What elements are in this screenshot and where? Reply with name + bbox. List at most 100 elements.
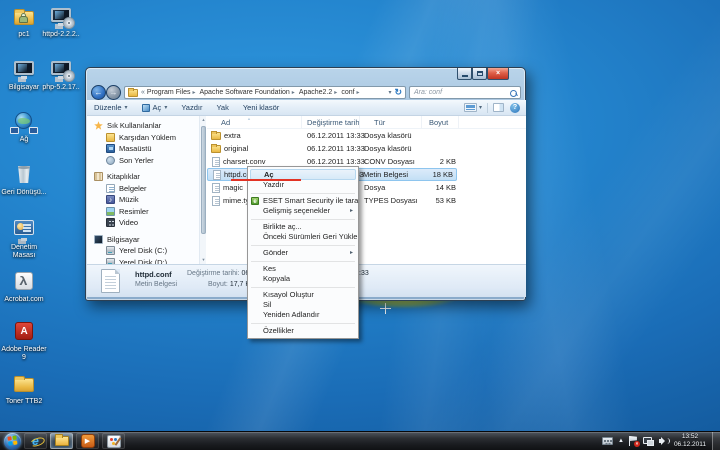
desktop-icon (106, 144, 115, 153)
sidebar-item-desktop[interactable]: Masaüstü (87, 143, 199, 155)
music-icon: ♪ (106, 195, 115, 204)
taskbar-clock[interactable]: 13:52 06.12.2011 (674, 433, 706, 449)
help-button[interactable]: ? (510, 103, 520, 113)
minimize-button[interactable] (457, 68, 472, 80)
sidebar-item-disk-d[interactable]: Yerel Disk (D:) (87, 257, 199, 265)
show-hidden-icons-icon[interactable]: ▲ (618, 438, 624, 444)
action-center-flag-icon[interactable]: × (629, 436, 638, 446)
start-button[interactable] (4, 433, 21, 450)
network-status-icon[interactable] (643, 437, 654, 446)
forward-button[interactable]: → (106, 85, 121, 100)
taskbar-paint[interactable] (102, 433, 125, 449)
breadcrumb-segment[interactable]: Apache Software Foundation (199, 89, 298, 96)
taskbar-media-player[interactable]: ▶ (76, 433, 99, 449)
folder-icon (10, 372, 38, 396)
column-header-type[interactable]: Tür (360, 116, 422, 129)
desktop-icon-label: Geri Dönüşü... (1, 189, 47, 197)
new-folder-button[interactable]: Yeni klasör (236, 103, 286, 112)
menu-item-send-to[interactable]: Gönder▸ (249, 248, 357, 258)
menu-item-open-with[interactable]: Birlikte aç... (249, 222, 357, 232)
explorer-folder-icon (55, 436, 69, 446)
menu-item-rename[interactable]: Yeniden Adlandır (249, 310, 357, 320)
adobe-reader-icon (10, 320, 38, 344)
sidebar-item-downloads[interactable]: Karşıdan Yüklem (87, 132, 199, 144)
menu-item-restore-previous[interactable]: Önceki Sürümleri Geri Yükle (249, 232, 357, 242)
control-panel-icon (10, 218, 38, 242)
desktop-icon-adobe-reader[interactable]: Adobe Reader 9 (1, 320, 47, 361)
language-keyboard-icon[interactable] (602, 437, 613, 445)
menu-item-cut[interactable]: Kes (249, 264, 357, 274)
burn-button[interactable]: Yak (209, 103, 235, 112)
menu-item-copy[interactable]: Kopyala (249, 274, 357, 284)
address-bar[interactable]: « Program Files Apache Software Foundati… (124, 86, 406, 99)
breadcrumb-segment[interactable]: Apache2.2 (298, 89, 341, 96)
sidebar-item-favorites[interactable]: Sık Kullanılanlar (87, 120, 199, 132)
scrollbar-thumb[interactable] (201, 126, 206, 234)
taskbar-windows-explorer[interactable] (50, 433, 73, 449)
views-dropdown-icon[interactable]: ▾ (477, 104, 482, 111)
desktop-icon-httpd-installer[interactable]: httpd-2.2.2.. (38, 5, 84, 39)
file-icon (212, 157, 220, 167)
search-placeholder: Ara: conf (414, 89, 442, 96)
desktop-icon-acrobat[interactable]: Acrobat.com (1, 270, 47, 304)
desktop-icon-label: Ağ (1, 136, 47, 144)
print-button[interactable]: Yazdır (174, 103, 209, 112)
close-button[interactable]: × (487, 68, 509, 80)
file-icon (212, 183, 220, 193)
menu-item-delete[interactable]: Sil (249, 300, 357, 310)
change-view-button[interactable] (464, 103, 477, 112)
scroll-down-icon[interactable]: ▼ (200, 256, 207, 264)
desktop-icon-toner-folder[interactable]: Toner TTB2 (1, 372, 47, 406)
window-titlebar[interactable]: × (86, 68, 525, 86)
menu-separator (251, 193, 355, 194)
column-header-modified[interactable]: Değiştirme tarihi (302, 116, 360, 129)
clock-date: 06.12.2011 (674, 441, 706, 449)
sidebar-item-recent-places[interactable]: Son Yerler (87, 155, 199, 167)
sidebar-item-disk-c[interactable]: Yerel Disk (C:) (87, 245, 199, 257)
back-button[interactable]: ← (91, 85, 106, 100)
breadcrumb-segment[interactable]: conf (340, 89, 362, 96)
column-header-size[interactable]: Boyut (422, 116, 459, 129)
file-row-original[interactable]: original 06.12.2011 13:33 Dosya klasörü (207, 142, 526, 155)
breadcrumb-segment[interactable]: Program Files (146, 89, 199, 96)
file-row-extra[interactable]: extra 06.12.2011 13:33 Dosya klasörü (207, 129, 526, 142)
menu-item-advanced-options[interactable]: Gelişmiş seçenekler▸ (249, 206, 357, 216)
show-desktop-button[interactable] (712, 432, 720, 450)
media-player-icon: ▶ (81, 434, 95, 448)
search-icon[interactable] (510, 90, 517, 97)
shared-folder-icon (10, 5, 38, 29)
desktop-icon-network[interactable]: Ağ (1, 110, 47, 144)
sidebar-item-music[interactable]: ♪Müzik (87, 194, 199, 206)
organize-button[interactable]: Düzenle (87, 103, 135, 112)
list-header: ▲ Ad Değiştirme tarihi Tür Boyut (207, 116, 526, 129)
windows-flag-icon (7, 435, 18, 446)
taskbar: e ▶ ▲ × 13:52 06.12.2011 (0, 431, 720, 450)
sidebar-item-video[interactable]: Video (87, 217, 199, 229)
sidebar-item-pictures[interactable]: Resimler (87, 206, 199, 218)
preview-pane-button[interactable] (493, 103, 504, 112)
installer-disc-icon (47, 5, 75, 29)
volume-icon[interactable] (659, 437, 669, 446)
desktop-icon-php-installer[interactable]: php-5.2.17.. (38, 58, 84, 92)
column-header-name[interactable]: Ad (207, 116, 302, 129)
refresh-icon[interactable]: ↻ (394, 87, 405, 98)
menu-item-properties[interactable]: Özellikler (249, 326, 357, 336)
maximize-button[interactable] (472, 68, 487, 80)
menu-item-create-shortcut[interactable]: Kısayol Oluştur (249, 290, 357, 300)
search-input[interactable]: Ara: conf (409, 86, 521, 99)
sidebar-item-computer[interactable]: Bilgisayar (87, 234, 199, 246)
menu-item-print[interactable]: Yazdır (249, 180, 357, 190)
address-dropdown-icon[interactable]: ▾ (385, 89, 394, 96)
scroll-up-icon[interactable]: ▲ (200, 116, 207, 124)
submenu-arrow-icon: ▸ (350, 206, 353, 216)
menu-item-eset-scan[interactable]: eESET Smart Security ile tara (249, 196, 357, 206)
sidebar-scrollbar[interactable]: ▲ ▼ (199, 116, 206, 264)
desktop-wallpaper: pc1 httpd-2.2.2.. Bilgisayar php-5.2.17.… (0, 0, 720, 450)
open-button[interactable]: Aç (135, 103, 175, 112)
desktop-icon-recycle-bin[interactable]: Geri Dönüşü... (1, 163, 47, 197)
desktop-icon-control-panel[interactable]: Denetim Masası (1, 218, 47, 259)
sidebar-item-documents[interactable]: Belgeler (87, 183, 199, 195)
taskbar-internet-explorer[interactable]: e (24, 433, 47, 449)
sidebar-item-libraries[interactable]: Kitaplıklar (87, 171, 199, 183)
disk-icon (106, 246, 115, 255)
